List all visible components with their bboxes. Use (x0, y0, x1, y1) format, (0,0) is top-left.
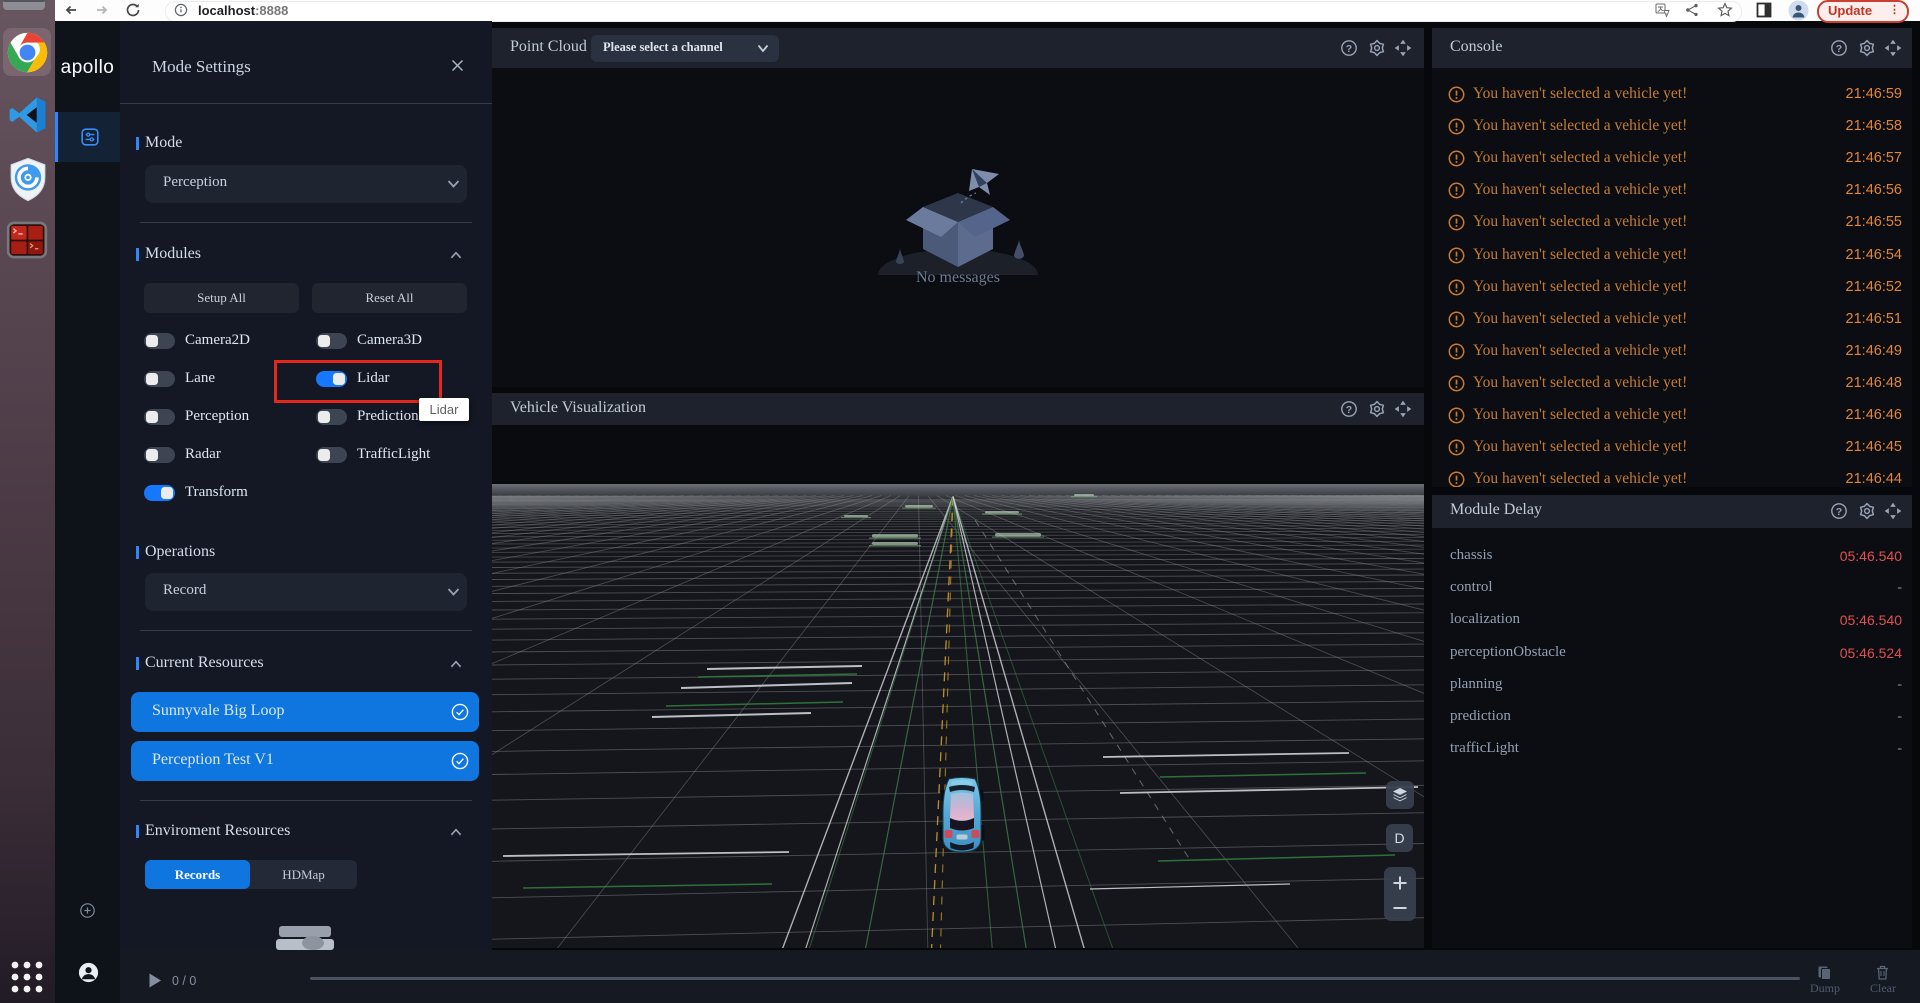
svg-text:?: ? (1836, 43, 1842, 55)
svg-text:?: ? (1836, 506, 1842, 518)
svg-text:?: ? (1346, 404, 1352, 416)
svg-text:?: ? (1346, 43, 1352, 55)
